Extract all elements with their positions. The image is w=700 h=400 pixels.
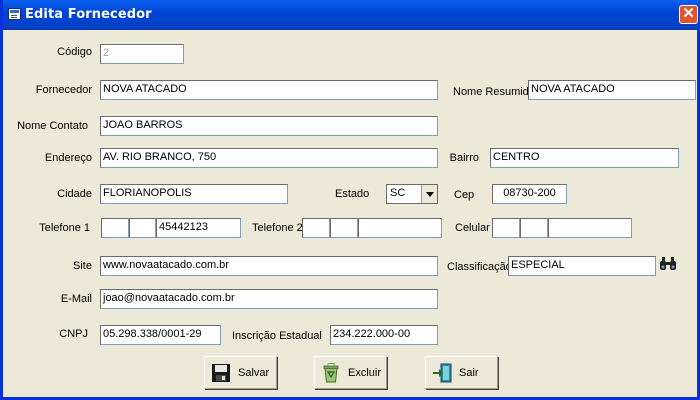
telefone2-numero-field[interactable] bbox=[358, 218, 442, 238]
telefone1-ddi-field[interactable] bbox=[101, 218, 129, 238]
classificacao-label: Classificação bbox=[447, 261, 512, 273]
cidade-field[interactable]: FLORIANOPOLIS bbox=[100, 184, 288, 204]
telefone1-numero-field[interactable]: 45442123 bbox=[156, 218, 241, 238]
nome-contato-field[interactable]: JOAO BARROS bbox=[100, 116, 438, 136]
telefone2-ddd-field[interactable] bbox=[330, 218, 358, 238]
celular-label: Celular bbox=[455, 222, 490, 234]
sair-button[interactable]: Sair bbox=[425, 356, 498, 389]
telefone1-label: Telefone 1 bbox=[39, 222, 90, 234]
site-field[interactable]: www.novaatacado.com.br bbox=[100, 256, 438, 276]
excluir-label: Excluir bbox=[348, 367, 382, 379]
fornecedor-label: Fornecedor bbox=[35, 84, 92, 96]
celular-ddd-field[interactable] bbox=[520, 218, 548, 238]
recycle-bin-icon bbox=[323, 363, 339, 383]
chevron-down-icon[interactable] bbox=[421, 185, 437, 203]
salvar-button[interactable]: Salvar bbox=[204, 356, 277, 389]
nome-contato-label: Nome Contato bbox=[17, 120, 88, 132]
sair-label: Sair bbox=[459, 367, 479, 379]
bairro-label: Bairro bbox=[449, 152, 479, 164]
cep-field[interactable]: 08730-200 bbox=[492, 184, 567, 204]
endereco-field[interactable]: AV. RIO BRANCO, 750 bbox=[100, 148, 438, 168]
site-label: Site bbox=[73, 260, 92, 272]
cnpj-label: CNPJ bbox=[59, 328, 88, 340]
codigo-label: Código bbox=[57, 46, 92, 58]
email-field[interactable]: joao@novaatacado.com.br bbox=[100, 289, 438, 309]
edit-supplier-window: Edita Fornecedor ✕ Código 2 Fornecedor N… bbox=[0, 0, 700, 400]
floppy-disk-icon bbox=[212, 364, 230, 382]
salvar-label: Salvar bbox=[238, 367, 270, 379]
nome-resumido-label: Nome Resumido bbox=[453, 86, 535, 98]
cnpj-field[interactable]: 05.298.338/0001-29 bbox=[100, 325, 221, 345]
bairro-field[interactable]: CENTRO bbox=[490, 148, 679, 168]
inscricao-estadual-label: Inscrição Estadual bbox=[232, 330, 322, 342]
close-button[interactable]: ✕ bbox=[679, 5, 698, 24]
codigo-field[interactable]: 2 bbox=[100, 44, 184, 64]
inscricao-estadual-field[interactable]: 234.222.000-00 bbox=[330, 325, 438, 345]
telefone2-label: Telefone 2 bbox=[252, 222, 303, 234]
cidade-label: Cidade bbox=[57, 188, 92, 200]
nome-resumido-field[interactable]: NOVA ATACADO bbox=[528, 80, 696, 100]
celular-ddi-field[interactable] bbox=[492, 218, 520, 238]
telefone2-ddi-field[interactable] bbox=[302, 218, 330, 238]
fornecedor-field[interactable]: NOVA ATACADO bbox=[100, 80, 438, 100]
binoculars-icon[interactable] bbox=[659, 257, 677, 271]
window-title: Edita Fornecedor bbox=[25, 7, 152, 22]
form-icon bbox=[8, 8, 21, 20]
excluir-button[interactable]: Excluir bbox=[314, 356, 387, 389]
title-bar[interactable]: Edita Fornecedor ✕ bbox=[3, 0, 700, 30]
endereco-label: Endereço bbox=[44, 152, 92, 164]
exit-door-icon bbox=[433, 363, 452, 383]
telefone1-ddd-field[interactable] bbox=[129, 218, 156, 238]
estado-select[interactable]: SC bbox=[386, 184, 438, 204]
cep-label: Cep bbox=[454, 189, 475, 201]
estado-label: Estado bbox=[335, 188, 370, 200]
celular-numero-field[interactable] bbox=[548, 218, 632, 238]
classificacao-field[interactable]: ESPECIAL bbox=[508, 256, 656, 276]
email-label: E-Mail bbox=[60, 293, 92, 305]
estado-value: SC bbox=[390, 187, 406, 199]
